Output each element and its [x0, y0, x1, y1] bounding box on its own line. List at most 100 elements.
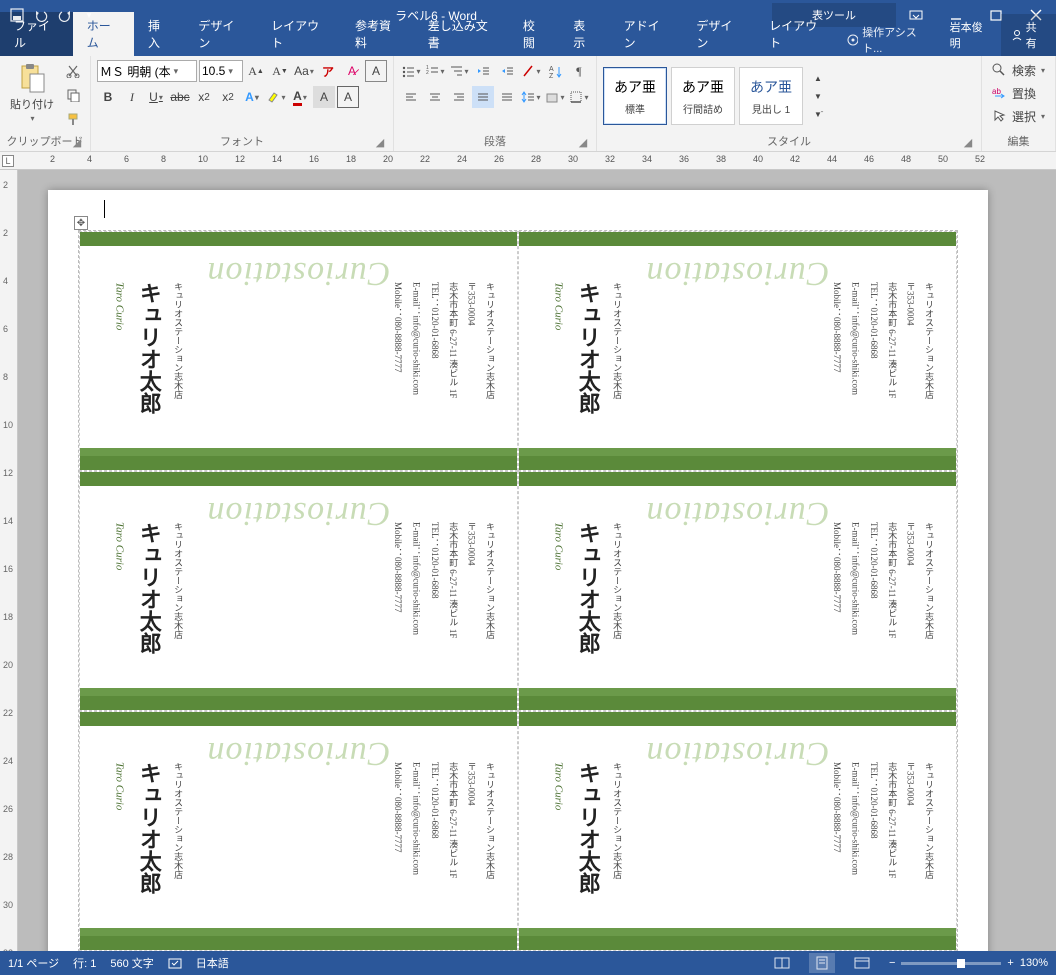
- business-card[interactable]: Curiostation キュリオステーション志木店 キュリオ太郎 Taro C…: [79, 471, 518, 711]
- align-justify-icon[interactable]: [472, 86, 494, 108]
- tab-insert[interactable]: 挿入: [134, 12, 184, 56]
- read-mode-icon[interactable]: [769, 953, 795, 973]
- tab-references[interactable]: 参考資料: [341, 12, 414, 56]
- superscript-icon[interactable]: x2: [217, 86, 239, 108]
- label-table[interactable]: Curiostation キュリオステーション志木店 キュリオ太郎 Taro C…: [78, 230, 958, 951]
- replace-button[interactable]: ab置換: [988, 83, 1049, 104]
- change-case-icon[interactable]: Aa▾: [293, 60, 315, 82]
- group-label: フォント: [220, 136, 264, 148]
- asian-layout-icon[interactable]: ▾: [520, 60, 542, 82]
- dialog-launcher-icon[interactable]: ◢: [373, 135, 387, 149]
- styles-up-icon[interactable]: ▲: [807, 69, 829, 87]
- document-page[interactable]: ✥ Curiostation キュリオステーション志木店 キュリオ太郎 Taro…: [48, 190, 988, 951]
- business-card[interactable]: Curiostation キュリオステーション志木店 キュリオ太郎 Taro C…: [518, 471, 957, 711]
- card-postal: 〒353-0004: [464, 282, 478, 440]
- char-border-icon[interactable]: A: [337, 86, 359, 108]
- highlight-icon[interactable]: ▾: [265, 86, 287, 108]
- phonetic-guide-icon[interactable]: ア: [317, 60, 339, 82]
- format-painter-icon[interactable]: [62, 108, 84, 130]
- italic-icon[interactable]: I: [121, 86, 143, 108]
- sort-icon[interactable]: AZ: [544, 60, 566, 82]
- tell-me[interactable]: 操作アシスト...: [839, 24, 940, 56]
- table-move-handle-icon[interactable]: ✥: [74, 216, 88, 230]
- char-shading-icon[interactable]: A: [313, 86, 335, 108]
- find-button[interactable]: 検索▾: [988, 60, 1049, 81]
- copy-icon[interactable]: [62, 84, 84, 106]
- shrink-font-icon[interactable]: A▼: [269, 60, 291, 82]
- zoom-out-icon[interactable]: −: [889, 957, 895, 969]
- business-card[interactable]: Curiostation キュリオステーション志木店 キュリオ太郎 Taro C…: [79, 711, 518, 951]
- bold-icon[interactable]: B: [97, 86, 119, 108]
- align-distribute-icon[interactable]: [496, 86, 518, 108]
- card-tel: TEL：0120-01-6868: [427, 762, 441, 920]
- enclosed-char-icon[interactable]: A: [365, 60, 387, 82]
- paste-button[interactable]: 貼り付け ▾: [6, 60, 58, 125]
- zoom-control[interactable]: − + 130%: [889, 957, 1048, 969]
- align-center-icon[interactable]: [424, 86, 446, 108]
- status-language[interactable]: 日本語: [196, 955, 229, 971]
- clear-format-icon[interactable]: A̷: [341, 60, 363, 82]
- tab-table-layout[interactable]: レイアウト: [755, 12, 839, 56]
- font-size-combo[interactable]: 10.5▾: [199, 60, 243, 82]
- save-icon[interactable]: [6, 4, 28, 26]
- indent-dec-icon[interactable]: [472, 60, 494, 82]
- status-page[interactable]: 1/1 ページ: [8, 955, 59, 971]
- dialog-launcher-icon[interactable]: ◢: [576, 135, 590, 149]
- web-layout-icon[interactable]: [849, 953, 875, 973]
- qat-customize-icon[interactable]: ▾: [78, 4, 100, 26]
- style-nospacing[interactable]: あア亜行間詰め: [671, 67, 735, 125]
- proofing-icon[interactable]: [168, 956, 182, 970]
- indent-inc-icon[interactable]: [496, 60, 518, 82]
- align-left-icon[interactable]: [400, 86, 422, 108]
- select-button[interactable]: 選択▾: [988, 106, 1049, 127]
- business-card[interactable]: Curiostation キュリオステーション志木店 キュリオ太郎 Taro C…: [79, 231, 518, 471]
- align-right-icon[interactable]: [448, 86, 470, 108]
- grow-font-icon[interactable]: A▲: [245, 60, 267, 82]
- card-address: 志木市本町 6-27-11 湊ビル 1F: [885, 762, 899, 920]
- borders-icon[interactable]: ▾: [568, 86, 590, 108]
- style-normal[interactable]: あア亜標準: [603, 67, 667, 125]
- zoom-level[interactable]: 130%: [1020, 957, 1048, 969]
- business-card[interactable]: Curiostation キュリオステーション志木店 キュリオ太郎 Taro C…: [518, 231, 957, 471]
- dialog-launcher-icon[interactable]: ◢: [70, 135, 84, 149]
- text-effects-icon[interactable]: A▾: [241, 86, 263, 108]
- style-heading1[interactable]: あア亜見出し 1: [739, 67, 803, 125]
- tab-mailings[interactable]: 差し込み文書: [414, 12, 509, 56]
- undo-icon[interactable]: [30, 4, 52, 26]
- card-email: E-mail：info@curio-shiki.com: [409, 522, 423, 680]
- styles-more-icon[interactable]: ▼̄: [807, 105, 829, 123]
- tab-layout[interactable]: レイアウト: [257, 12, 341, 56]
- font-name-combo[interactable]: ＭＳ 明朝 (本▾: [97, 60, 197, 82]
- horizontal-ruler[interactable]: L246810121416182022242628303234363840424…: [0, 152, 1056, 170]
- user-name[interactable]: 岩本俊明: [940, 14, 1001, 56]
- line-spacing-icon[interactable]: ▾: [520, 86, 542, 108]
- business-card[interactable]: Curiostation キュリオステーション志木店 キュリオ太郎 Taro C…: [518, 711, 957, 951]
- tab-design[interactable]: デザイン: [184, 12, 257, 56]
- card-tel: TEL：0120-01-6868: [866, 282, 880, 440]
- vertical-ruler[interactable]: 22468101214161820222426283032: [0, 170, 18, 951]
- status-line[interactable]: 行: 1: [73, 955, 96, 971]
- shading-icon[interactable]: ▾: [544, 86, 566, 108]
- dialog-launcher-icon[interactable]: ◢: [961, 135, 975, 149]
- show-marks-icon[interactable]: ¶: [568, 60, 590, 82]
- print-layout-icon[interactable]: [809, 953, 835, 973]
- subscript-icon[interactable]: x2: [193, 86, 215, 108]
- numbering-icon[interactable]: 12▾: [424, 60, 446, 82]
- bullets-icon[interactable]: ▾: [400, 60, 422, 82]
- multilevel-icon[interactable]: ▾: [448, 60, 470, 82]
- underline-icon[interactable]: U▾: [145, 86, 167, 108]
- redo-icon[interactable]: [54, 4, 76, 26]
- font-color-icon[interactable]: A▾: [289, 86, 311, 108]
- tab-view[interactable]: 表示: [559, 12, 609, 56]
- share-button[interactable]: 共有: [1001, 14, 1056, 56]
- zoom-in-icon[interactable]: +: [1007, 957, 1013, 969]
- card-email: E-mail：info@curio-shiki.com: [409, 762, 423, 920]
- zoom-slider[interactable]: [901, 962, 1001, 965]
- status-words[interactable]: 560 文字: [110, 955, 153, 971]
- tab-table-design[interactable]: デザイン: [682, 12, 755, 56]
- strike-icon[interactable]: abc: [169, 86, 191, 108]
- tab-addins[interactable]: アドイン: [610, 12, 683, 56]
- tab-review[interactable]: 校閲: [509, 12, 559, 56]
- cut-icon[interactable]: [62, 60, 84, 82]
- styles-down-icon[interactable]: ▼: [807, 87, 829, 105]
